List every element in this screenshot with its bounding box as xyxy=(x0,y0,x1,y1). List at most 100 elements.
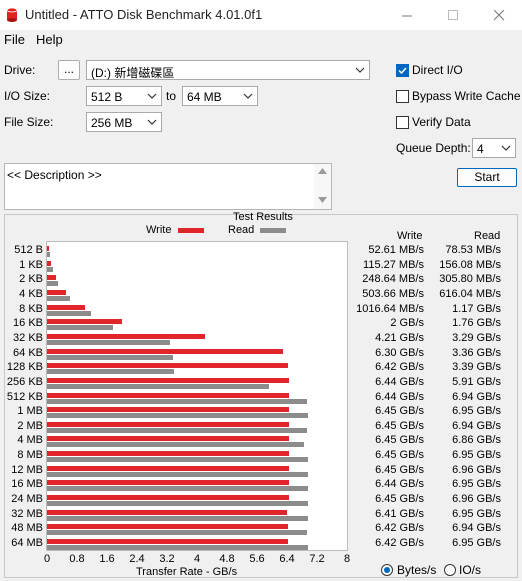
read-value: 3.36 GB/s xyxy=(452,346,501,359)
read-value: 616.04 MB/s xyxy=(439,287,501,300)
row-label: 64 KB xyxy=(13,346,43,359)
io-per-sec-radio[interactable] xyxy=(444,564,456,576)
start-button[interactable]: Start xyxy=(457,168,517,187)
x-tick-label: 1.6 xyxy=(99,553,115,565)
read-bar xyxy=(47,354,173,360)
write-bar xyxy=(47,246,49,251)
x-axis-label: Transfer Rate - GB/s xyxy=(136,566,238,578)
description-text: << Description >> xyxy=(7,168,102,182)
drive-value: (D:) 新增磁碟區 xyxy=(91,66,175,80)
read-bar xyxy=(47,501,308,507)
description-scrollbar[interactable] xyxy=(314,164,331,209)
row-label: 64 MB xyxy=(11,537,43,549)
read-value: 6.95 GB/s xyxy=(452,449,501,462)
read-value: 156.08 MB/s xyxy=(439,258,501,271)
write-value: 6.42 GB/s xyxy=(375,537,424,549)
read-bar xyxy=(47,530,308,536)
read-bar xyxy=(47,486,308,492)
write-value: 503.66 MB/s xyxy=(362,287,424,300)
bytes-per-sec-label: Bytes/s xyxy=(397,563,437,577)
write-bar xyxy=(47,524,288,530)
row-label: 4 KB xyxy=(19,287,43,300)
chevron-down-icon xyxy=(501,145,511,151)
x-tick-label: 5.6 xyxy=(249,553,265,565)
results-title: Test Results xyxy=(233,211,293,223)
x-tick-label: 4 xyxy=(193,553,201,565)
row-label: 16 MB xyxy=(11,478,43,491)
scroll-down-icon[interactable] xyxy=(318,197,327,203)
write-bar xyxy=(47,363,288,369)
row-label: 512 KB xyxy=(6,390,43,403)
write-bar xyxy=(47,260,52,266)
minimize-button[interactable] xyxy=(384,0,430,30)
legend-read-label: Read xyxy=(228,224,255,236)
row-label: 8 MB xyxy=(17,449,43,462)
write-bar xyxy=(47,392,289,398)
menu-bar xyxy=(0,30,522,51)
read-bar xyxy=(47,252,50,257)
read-value: 6.96 GB/s xyxy=(452,463,501,476)
window-title: Untitled - ATTO Disk Benchmark 4.01.0f1 xyxy=(25,7,263,22)
column-header-write: Write xyxy=(397,230,423,242)
close-button[interactable] xyxy=(476,0,522,30)
bypass-write-cache-checkbox[interactable] xyxy=(396,90,409,103)
read-value: 78.53 MB/s xyxy=(445,244,501,256)
row-label: 16 KB xyxy=(13,317,43,330)
row-label: 32 KB xyxy=(13,331,43,344)
write-bar xyxy=(47,495,289,501)
browse-button[interactable]: ... xyxy=(58,60,80,80)
read-bar xyxy=(47,310,91,316)
chevron-down-icon xyxy=(147,93,157,99)
row-label: 2 MB xyxy=(17,419,43,432)
write-bar xyxy=(47,480,289,486)
write-bar xyxy=(47,289,66,295)
menu-help[interactable]: Help xyxy=(36,32,63,47)
io-size-to-value: 64 MB xyxy=(187,90,222,104)
write-bar xyxy=(47,304,86,310)
queue-depth-value: 4 xyxy=(477,142,484,156)
write-value: 6.41 GB/s xyxy=(375,507,424,520)
read-bar xyxy=(47,442,305,448)
queue-depth-select[interactable]: 4 xyxy=(472,138,516,158)
read-value: 6.94 GB/s xyxy=(452,390,501,403)
x-tick-label: 6.4 xyxy=(279,553,295,565)
read-value: 6.95 GB/s xyxy=(452,507,501,520)
read-value: 6.86 GB/s xyxy=(452,434,501,447)
write-bar xyxy=(47,421,289,427)
minimize-icon xyxy=(401,15,412,16)
file-size-select[interactable]: 256 MB xyxy=(86,112,162,132)
row-label: 48 MB xyxy=(11,522,43,535)
chevron-down-icon xyxy=(243,93,253,99)
write-value: 2 GB/s xyxy=(390,317,424,330)
write-bar xyxy=(47,333,205,339)
row-label: 1 KB xyxy=(19,258,43,271)
write-value: 6.45 GB/s xyxy=(375,434,424,447)
read-bar xyxy=(47,398,308,404)
read-bar xyxy=(47,369,175,375)
maximize-button[interactable] xyxy=(430,0,476,30)
direct-io-label: Direct I/O xyxy=(412,63,463,77)
verify-data-checkbox[interactable] xyxy=(396,116,409,129)
io-size-label: I/O Size: xyxy=(4,89,51,103)
direct-io-checkbox[interactable] xyxy=(396,64,409,77)
write-bar xyxy=(47,319,122,325)
row-label: 256 KB xyxy=(6,375,43,388)
row-label: 12 MB xyxy=(11,463,43,476)
file-size-value: 256 MB xyxy=(91,116,133,130)
write-value: 6.42 GB/s xyxy=(375,361,424,374)
write-value: 6.45 GB/s xyxy=(375,463,424,476)
bypass-write-cache-label: Bypass Write Cache xyxy=(412,89,521,103)
drive-select[interactable]: (D:) 新增磁碟區 xyxy=(86,60,370,80)
maximize-icon xyxy=(447,9,458,20)
row-label: 32 MB xyxy=(11,507,43,520)
read-value: 305.80 MB/s xyxy=(439,273,501,286)
read-value: 6.95 GB/s xyxy=(452,537,501,549)
bytes-per-sec-radio[interactable] xyxy=(381,564,393,576)
write-bar xyxy=(47,377,289,383)
io-size-from-select[interactable]: 512 B xyxy=(86,86,162,106)
menu-file[interactable]: File xyxy=(4,32,25,47)
write-value: 6.42 GB/s xyxy=(375,522,424,535)
io-size-to-select[interactable]: 64 MB xyxy=(182,86,258,106)
drive-label: Drive: xyxy=(4,63,36,77)
scroll-up-icon[interactable] xyxy=(318,168,327,174)
